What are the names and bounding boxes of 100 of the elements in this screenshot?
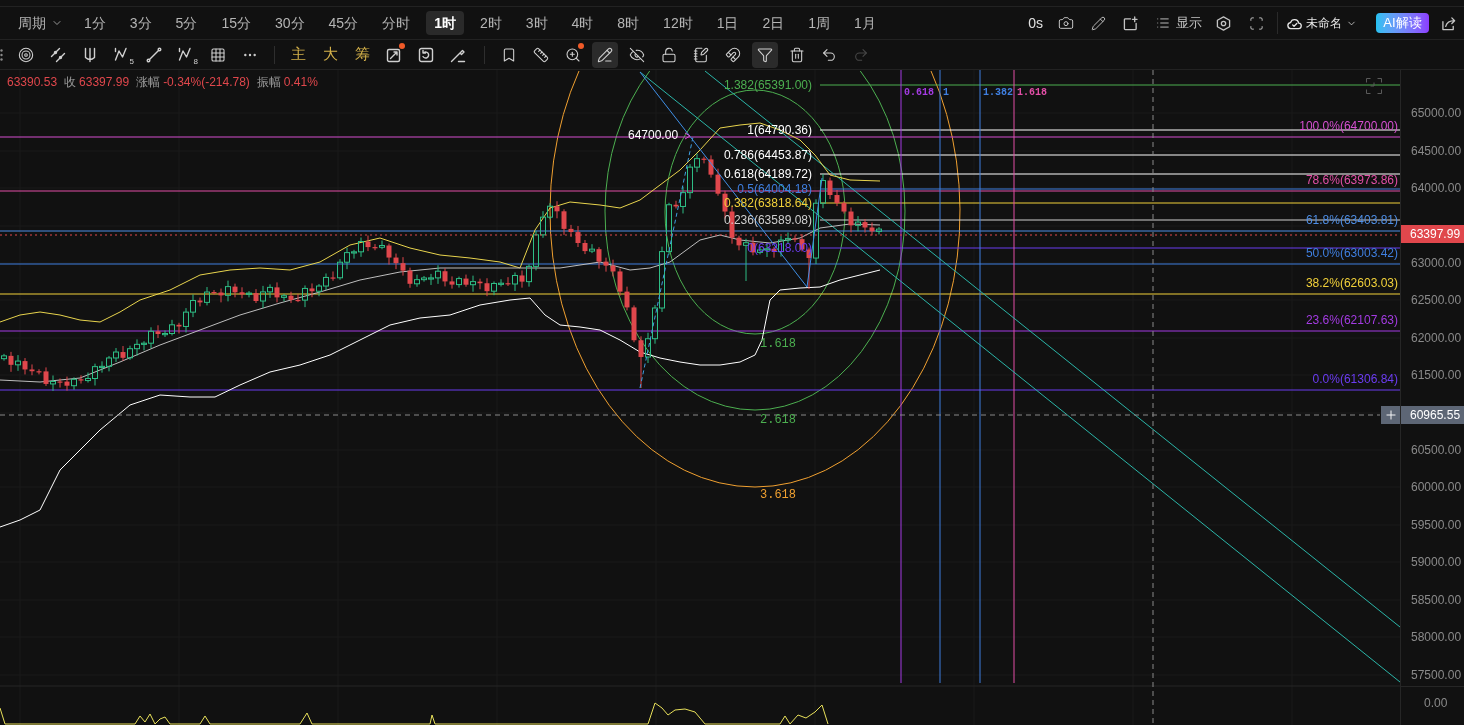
line-segment-icon[interactable] (146, 46, 162, 63)
price-tick: 63000.00 (1411, 256, 1462, 270)
pencil-tool-button[interactable] (592, 41, 618, 68)
square-plus-icon[interactable] (1123, 15, 1138, 31)
interval-tab[interactable]: 分时 (374, 11, 419, 35)
price-tick: 60000.00 (1411, 480, 1462, 494)
parallel-lines-icon[interactable] (50, 46, 66, 63)
price-tick: 64500.00 (1411, 144, 1462, 158)
bookmark-icon[interactable] (501, 46, 517, 63)
price-tick: 61500.00 (1411, 368, 1462, 382)
pitchfork-icon[interactable] (82, 46, 98, 63)
interval-tab[interactable]: 8时 (609, 11, 648, 35)
settings-icon[interactable] (1216, 15, 1231, 31)
notebook-pen-icon[interactable] (693, 46, 709, 63)
ohlc-value: 63397.99 (79, 75, 130, 89)
zigzag-icon[interactable] (114, 46, 130, 63)
interval-tab[interactable]: 3时 (517, 11, 556, 35)
price-tick: 58500.00 (1411, 593, 1462, 607)
ohlc-label: 收 (64, 75, 77, 89)
share-icon[interactable] (1441, 15, 1457, 31)
frame-corners-icon[interactable] (1366, 78, 1382, 94)
indicator-toggle[interactable]: 筹 (349, 41, 375, 68)
wave-count-label: 8 (193, 57, 198, 66)
ohlc-label: 涨幅 (136, 75, 161, 89)
price-tick: 57500.00 (1411, 668, 1462, 682)
filter-tool-button[interactable] (752, 41, 778, 68)
fib-level-label: 61.8%(63403.81) (1305, 213, 1398, 227)
interval-tab[interactable]: 2日 (754, 11, 793, 35)
interval-tab[interactable]: 45分 (320, 11, 367, 35)
ruler-icon[interactable] (533, 46, 549, 63)
grid-icon[interactable] (210, 46, 226, 63)
time-zone-label: 1.382 (983, 87, 1013, 99)
ohlc-value: 0.41% (283, 75, 318, 89)
interval-tab[interactable]: 1月 (846, 11, 884, 35)
price-tick: 58000.00 (1411, 630, 1462, 644)
zoom-in-icon[interactable] (565, 46, 581, 63)
fib-circle-label: 2.618 (760, 413, 796, 427)
ohlc-value: -0.34%(-214.78) (163, 75, 250, 89)
interval-tab[interactable]: 2时 (471, 11, 510, 35)
fib-circle-label: 1.618 (760, 337, 796, 351)
time-zone-label: 1.618 (1017, 87, 1047, 99)
period-button[interactable]: 周期 (18, 12, 63, 34)
display-button[interactable]: 显示 (1156, 13, 1202, 33)
countdown-label: 0s (1028, 13, 1043, 33)
layout-name-button[interactable]: 未命名 (1287, 14, 1357, 32)
price-tick: 62500.00 (1411, 293, 1462, 307)
interval-tab[interactable]: 1时 (426, 11, 464, 35)
fib-extension-label: 0.786(64453.87) (723, 148, 812, 162)
unlock-icon[interactable] (661, 46, 677, 63)
trash-icon[interactable] (789, 46, 805, 63)
camera-icon[interactable] (1058, 15, 1074, 31)
fib-extension-label: 0.5(64004.18) (737, 182, 812, 196)
zigzag-icon[interactable] (178, 46, 194, 63)
ohlc-label: 振幅 (256, 75, 281, 89)
indicator-toggle[interactable]: 主 (285, 41, 311, 68)
undo-icon[interactable] (821, 46, 837, 63)
price-tick: 60500.00 (1411, 443, 1462, 457)
fib-level-label: 78.6%(63973.86) (1305, 173, 1398, 187)
arrow-marker-icon (684, 132, 691, 140)
fib-extension-label: 1.382(65391.00) (723, 78, 812, 92)
interval-tab[interactable]: 3分 (121, 11, 160, 35)
price-tick: 65000.00 (1411, 106, 1462, 120)
interval-tab[interactable]: 5分 (167, 11, 206, 35)
grip-icon[interactable] (0, 48, 3, 61)
list-icon (1156, 16, 1170, 30)
price-tick: 59500.00 (1411, 518, 1462, 532)
wave-count-label: 5 (129, 57, 134, 66)
indicator-toggle[interactable]: 大 (317, 41, 343, 68)
interval-tab[interactable]: 1分 (76, 11, 114, 35)
plus-icon (1383, 408, 1398, 422)
price-tick: 62000.00 (1411, 331, 1462, 345)
price-tick: 64000.00 (1411, 181, 1462, 195)
ohlc-value: 63390.53 (7, 75, 58, 89)
target-icon[interactable] (18, 46, 34, 63)
high-price-label: 64700.00 (628, 128, 679, 142)
pencil-icon[interactable] (1091, 15, 1106, 31)
interval-tab[interactable]: 30分 (266, 11, 313, 35)
magnet-icon[interactable] (725, 46, 741, 63)
price-tick: 59000.00 (1411, 555, 1462, 569)
fib-level-label: 0.0%(61306.84) (1312, 372, 1398, 386)
interval-tab[interactable]: 1日 (708, 11, 747, 35)
time-zone-label: 1 (943, 87, 949, 99)
add-button[interactable] (1381, 406, 1400, 424)
interval-tab[interactable]: 1周 (800, 11, 839, 35)
interval-tab[interactable]: 12时 (655, 11, 701, 35)
fib-level-label: 23.6%(62107.63) (1305, 313, 1398, 327)
fib-extension-label: 0.618(64189.72) (723, 167, 812, 181)
last-price-tag: 63397.99 (1401, 225, 1464, 243)
fullscreen-icon[interactable] (1249, 15, 1264, 31)
interval-tab[interactable]: 15分 (213, 11, 259, 35)
fib-level-label: 38.2%(62603.03) (1305, 276, 1398, 290)
fib-level-label: 50.0%(63003.42) (1305, 246, 1398, 260)
eye-off-icon[interactable] (629, 46, 645, 63)
rotate-square-icon[interactable] (418, 46, 434, 63)
interval-tab[interactable]: 4时 (563, 11, 602, 35)
time-zone-label: 0.618 (904, 87, 934, 99)
crosshair-price-tag: 60965.55 (1401, 406, 1464, 424)
fib-circle-label: 3.618 (760, 488, 796, 502)
cloud-check-icon (1287, 16, 1302, 30)
indicator-tick: 0.00 (1424, 696, 1448, 710)
